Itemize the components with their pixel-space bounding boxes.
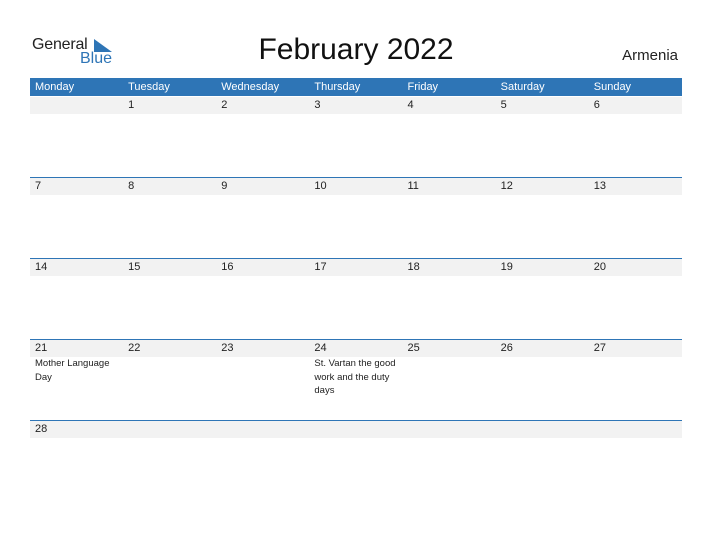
day-number: 10 [314,180,327,192]
holiday-event [216,357,309,398]
week-row: 1 2 3 4 5 6 [30,97,682,114]
day-number: 13 [593,180,606,192]
day-number: 16 [221,261,234,273]
day-number: 23 [221,342,234,354]
calendar-title: February 2022 [258,33,454,66]
week-events: Mother Language Day St. Vartan the good w… [30,357,682,398]
week-date-bar: 28 [30,421,682,438]
day-number: 15 [128,261,141,273]
day-number: 18 [407,261,420,273]
holiday-event: Mother Language Day [35,358,110,383]
week-row: 7 8 9 10 11 12 13 [30,177,682,195]
holiday-event [589,357,682,398]
day-number: 17 [314,261,327,273]
holiday-event [403,357,496,398]
day-number: 25 [407,342,420,354]
week-date-bar: 14 15 16 17 18 19 20 [30,259,682,276]
day-number: 1 [128,99,135,111]
day-number: 20 [593,261,606,273]
day-number: 9 [221,180,228,192]
weekday-friday: Friday [407,81,439,93]
day-number: 14 [35,261,48,273]
week-row: 28 [30,420,682,438]
week-row: 14 15 16 17 18 19 20 [30,258,682,276]
day-number [216,421,309,438]
weekday-thursday: Thursday [314,81,361,93]
day-number: 12 [500,180,513,192]
day-number: 6 [593,99,600,111]
day-number: 4 [407,99,414,111]
day-number: 26 [500,342,513,354]
week-date-bar: 7 8 9 10 11 12 13 [30,178,682,195]
weekday-sunday: Sunday [593,81,632,93]
day-number: 7 [35,180,42,192]
day-number: 28 [35,423,48,435]
day-number: 5 [500,99,507,111]
day-number: 3 [314,99,321,111]
week-row: 21 22 23 24 25 26 27 Mother Language Day St. Var… [30,339,682,398]
day-number: 2 [221,99,228,111]
day-number: 27 [593,342,606,354]
weekday-tuesday: Tuesday [128,81,170,93]
day-number: 11 [407,180,419,192]
day-number [123,421,216,438]
day-number: 8 [128,180,135,192]
day-number: 22 [128,342,141,354]
day-number: 19 [500,261,513,273]
weekday-wednesday: Wednesday [221,81,280,93]
weekday-saturday: Saturday [500,81,545,93]
holiday-event [123,357,216,398]
week-date-bar: 21 22 23 24 25 26 27 [30,340,682,357]
day-number [403,421,496,438]
holiday-event: St. Vartan the good work and the duty da… [314,358,396,396]
day-number [496,421,589,438]
day-number [30,97,123,114]
week-date-bar: 1 2 3 4 5 6 [30,97,682,114]
weekday-monday: Monday [35,81,75,93]
weekday-header: Monday Tuesday Wednesday Thursday Friday… [30,78,682,96]
holiday-event [496,357,589,398]
day-number [309,421,402,438]
day-number: 21 [35,342,48,354]
day-number: 24 [314,342,327,354]
day-number [589,421,682,438]
country-label: Armenia [622,47,678,64]
